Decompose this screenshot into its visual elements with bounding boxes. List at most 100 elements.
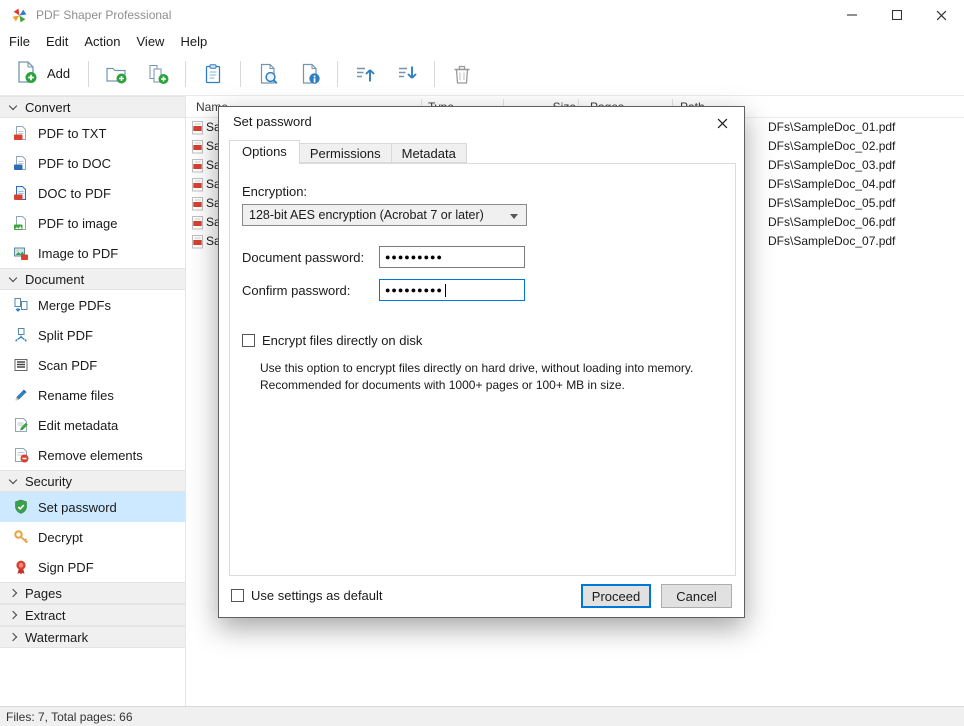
- sidebar-item-label: Set password: [38, 500, 117, 515]
- encrypt-disk-checkbox[interactable]: Encrypt files directly on disk: [242, 333, 422, 348]
- close-icon: [717, 118, 728, 129]
- document-password-value: ●●●●●●●●●: [385, 252, 443, 262]
- minimize-button[interactable]: [829, 0, 874, 30]
- pdf-to-doc-icon: [13, 155, 29, 171]
- cancel-button[interactable]: Cancel: [661, 584, 732, 608]
- toolbar-separator: [185, 61, 186, 87]
- sidebar-item-doc-to-pdf[interactable]: DOC to PDF: [0, 178, 185, 208]
- file-path: DFs\SampleDoc_01.pdf: [768, 120, 895, 134]
- document-password-label: Document password:: [242, 250, 364, 265]
- edit-metadata-icon: [13, 417, 29, 433]
- sidebar-item-label: PDF to TXT: [38, 126, 106, 141]
- chevron-down-icon: [9, 475, 17, 483]
- split-icon: [13, 327, 29, 343]
- seal-icon: [13, 559, 29, 575]
- chevron-down-icon: [9, 273, 17, 281]
- sidebar-item-pdf-to-image[interactable]: PDF to image: [0, 208, 185, 238]
- pdf-file-icon: [192, 235, 203, 252]
- proceed-button[interactable]: Proceed: [581, 584, 651, 608]
- pdf-file-icon: [192, 178, 203, 195]
- sidebar-item-set-password[interactable]: Set password: [0, 492, 185, 522]
- shield-check-icon: [13, 499, 29, 515]
- delete-button[interactable]: [441, 55, 483, 93]
- sidebar-item-remove-elements[interactable]: Remove elements: [0, 440, 185, 470]
- file-path: DFs\SampleDoc_03.pdf: [768, 158, 895, 172]
- sidebar-section-extract[interactable]: Extract: [0, 604, 185, 626]
- app-window: PDF Shaper Professional File Edit Action…: [0, 0, 964, 726]
- chevron-right-icon: [9, 633, 17, 641]
- sidebar-item-sign-pdf[interactable]: Sign PDF: [0, 552, 185, 582]
- sidebar-item-decrypt[interactable]: Decrypt: [0, 522, 185, 552]
- add-folder-button[interactable]: [95, 55, 137, 93]
- sidebar-item-label: Edit metadata: [38, 418, 118, 433]
- add-folder-icon: [105, 63, 127, 85]
- key-icon: [13, 529, 29, 545]
- sidebar-item-rename-files[interactable]: Rename files: [0, 380, 185, 410]
- pdf-to-txt-icon: [13, 125, 29, 141]
- pdf-file-icon: [192, 121, 203, 138]
- image-to-pdf-icon: [13, 245, 29, 261]
- file-path: DFs\SampleDoc_05.pdf: [768, 196, 895, 210]
- sidebar-item-label: Remove elements: [38, 448, 143, 463]
- sidebar-item-split-pdf[interactable]: Split PDF: [0, 320, 185, 350]
- sidebar-item-label: PDF to DOC: [38, 156, 111, 171]
- sidebar-item-scan-pdf[interactable]: Scan PDF: [0, 350, 185, 380]
- add-file-icon: [14, 60, 38, 87]
- sidebar-section-document[interactable]: Document: [0, 268, 185, 290]
- sidebar-section-convert[interactable]: Convert: [0, 96, 185, 118]
- add-button[interactable]: Add: [4, 56, 82, 91]
- tab-options[interactable]: Options: [229, 140, 300, 164]
- tab-metadata[interactable]: Metadata: [391, 143, 467, 163]
- add-files-button[interactable]: [137, 55, 179, 93]
- preview-button[interactable]: [247, 55, 289, 93]
- info-icon: [299, 63, 321, 85]
- menu-file[interactable]: File: [1, 31, 38, 52]
- sidebar-item-merge-pdfs[interactable]: Merge PDFs: [0, 290, 185, 320]
- rename-icon: [13, 387, 29, 403]
- encrypt-disk-help-text: Use this option to encrypt files directl…: [260, 360, 732, 394]
- checkbox-icon: [231, 589, 244, 602]
- menu-view[interactable]: View: [129, 31, 173, 52]
- move-up-button[interactable]: [344, 55, 386, 93]
- chevron-down-icon: [510, 214, 518, 219]
- statusbar: Files: 7, Total pages: 66: [0, 706, 964, 726]
- options-tab-page: Encryption: 128-bit AES encryption (Acro…: [229, 163, 736, 576]
- maximize-button[interactable]: [874, 0, 919, 30]
- help-text-line1: Use this option to encrypt files directl…: [260, 360, 732, 377]
- encryption-selected-value: 128-bit AES encryption (Acrobat 7 or lat…: [249, 208, 484, 222]
- tab-permissions[interactable]: Permissions: [299, 143, 392, 163]
- sidebar-section-pages[interactable]: Pages: [0, 582, 185, 604]
- encryption-select[interactable]: 128-bit AES encryption (Acrobat 7 or lat…: [242, 204, 527, 226]
- pdf-file-icon: [192, 159, 203, 176]
- menu-edit[interactable]: Edit: [38, 31, 76, 52]
- dialog-close-button[interactable]: [708, 112, 736, 134]
- close-button[interactable]: [919, 0, 964, 30]
- dialog-titlebar[interactable]: Set password: [219, 107, 744, 137]
- menu-action[interactable]: Action: [76, 31, 128, 52]
- sidebar-item-pdf-to-txt[interactable]: PDF to TXT: [0, 118, 185, 148]
- use-settings-default-label: Use settings as default: [251, 588, 383, 603]
- move-down-button[interactable]: [386, 55, 428, 93]
- window-controls: [829, 0, 964, 30]
- menubar: File Edit Action View Help: [0, 30, 964, 52]
- sidebar-section-security[interactable]: Security: [0, 470, 185, 492]
- section-label: Extract: [25, 608, 65, 623]
- copy-button[interactable]: [192, 55, 234, 93]
- toolbar-separator: [337, 61, 338, 87]
- sidebar-item-edit-metadata[interactable]: Edit metadata: [0, 410, 185, 440]
- sidebar-item-pdf-to-doc[interactable]: PDF to DOC: [0, 148, 185, 178]
- delete-icon: [451, 63, 473, 85]
- sidebar-item-image-to-pdf[interactable]: Image to PDF: [0, 238, 185, 268]
- use-settings-default-checkbox[interactable]: Use settings as default: [231, 588, 383, 603]
- info-button[interactable]: [289, 55, 331, 93]
- confirm-password-input[interactable]: ●●●●●●●●●: [379, 279, 525, 301]
- sidebar-item-label: Sign PDF: [38, 560, 94, 575]
- file-path: DFs\SampleDoc_07.pdf: [768, 234, 895, 248]
- titlebar[interactable]: PDF Shaper Professional: [0, 0, 964, 30]
- sidebar-section-watermark[interactable]: Watermark: [0, 626, 185, 648]
- move-up-icon: [354, 63, 376, 85]
- document-password-input[interactable]: ●●●●●●●●●: [379, 246, 525, 268]
- app-logo-icon: [11, 7, 28, 24]
- menu-help[interactable]: Help: [172, 31, 215, 52]
- encrypt-disk-label: Encrypt files directly on disk: [262, 333, 422, 348]
